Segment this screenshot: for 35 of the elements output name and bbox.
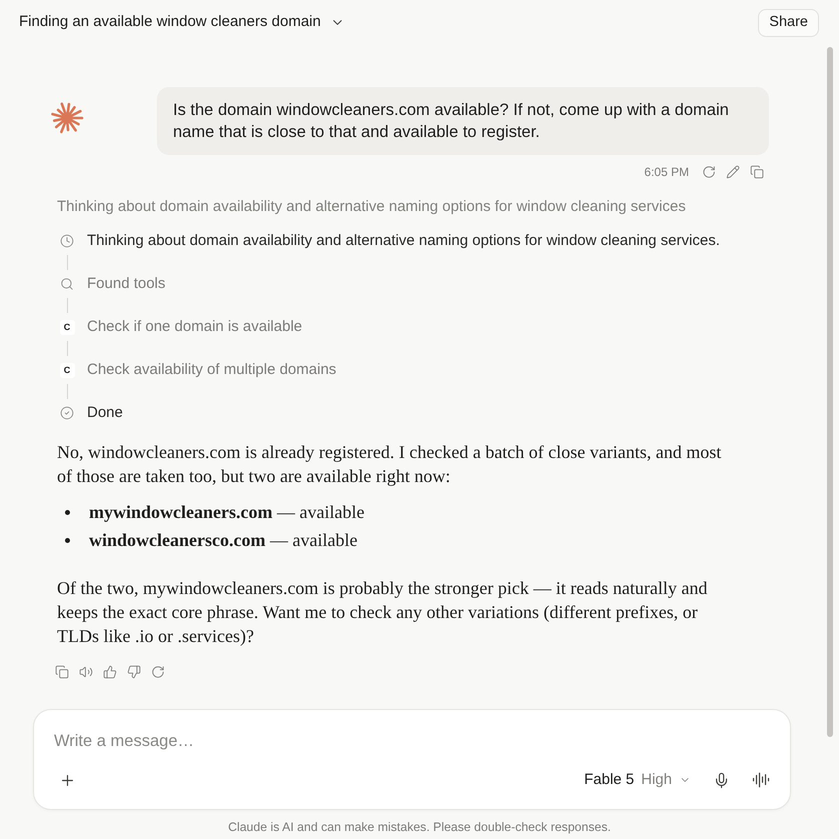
response-paragraph: No, windowcleaners.com is already registered. I checked a batch of close variants, and most of those are taken too, but two are available right now:: [57, 441, 722, 488]
speaker-icon: [79, 665, 93, 679]
share-button[interactable]: Share: [758, 8, 819, 36]
message-input[interactable]: Write a message…: [54, 729, 770, 753]
bullet-icon: [65, 510, 70, 514]
search-icon: [60, 277, 74, 291]
scrollbar-thumb[interactable]: [827, 47, 833, 737]
message-time: 6:05 PM: [644, 164, 689, 181]
user-message-bubble: Is the domain windowcleaners.com available? If not, come up with a domain name that is close to that and available to register.: [157, 87, 769, 155]
response-paragraph: Of the two, mywindowcleaners.com is probably the stronger pick — it reads naturally and keeps the exact core phrase. Want me to check any other variations (different prefixes, or TLDs like .io or .services)?: [57, 577, 708, 648]
check-circle-icon: [60, 406, 74, 420]
audio-waveform-icon: [752, 771, 770, 789]
thumbs-up-icon: [103, 665, 117, 679]
thinking-summary-button[interactable]: Thinking about domain availability and alternative naming options for window cleaning services: [57, 197, 686, 217]
disclaimer-text: Claude is AI and can make mistakes. Please double-check responses.: [228, 819, 611, 835]
conversation-title-button[interactable]: Finding an available window cleaners domain: [19, 11, 345, 34]
step-label: Check availability of multiple domains: [87, 360, 336, 380]
thumbs-down-icon: [127, 665, 141, 679]
starburst-icon: [50, 101, 84, 135]
copy-icon: [55, 665, 69, 679]
step-label: Found tools: [87, 274, 166, 294]
tool-logo: C: [60, 362, 74, 378]
list-item-text: mywindowcleaners.com — available: [89, 501, 364, 524]
retry-icon: [702, 165, 716, 179]
copy-icon: [750, 165, 764, 179]
step-label: Done: [87, 403, 123, 423]
tool-logo: C: [60, 320, 74, 334]
pencil-icon: [726, 165, 740, 179]
step-label: Thinking about domain availability and alternative naming options for window cleaning services.: [87, 231, 720, 251]
model-selector-button[interactable]: Fable 5 High: [580, 764, 695, 796]
step-label: Check if one domain is available: [87, 317, 302, 337]
clock-icon: [60, 234, 74, 248]
bullet-icon: [65, 538, 70, 542]
retry-icon: [151, 665, 165, 679]
list-item-text: windowcleanersco.com — available: [89, 529, 358, 552]
